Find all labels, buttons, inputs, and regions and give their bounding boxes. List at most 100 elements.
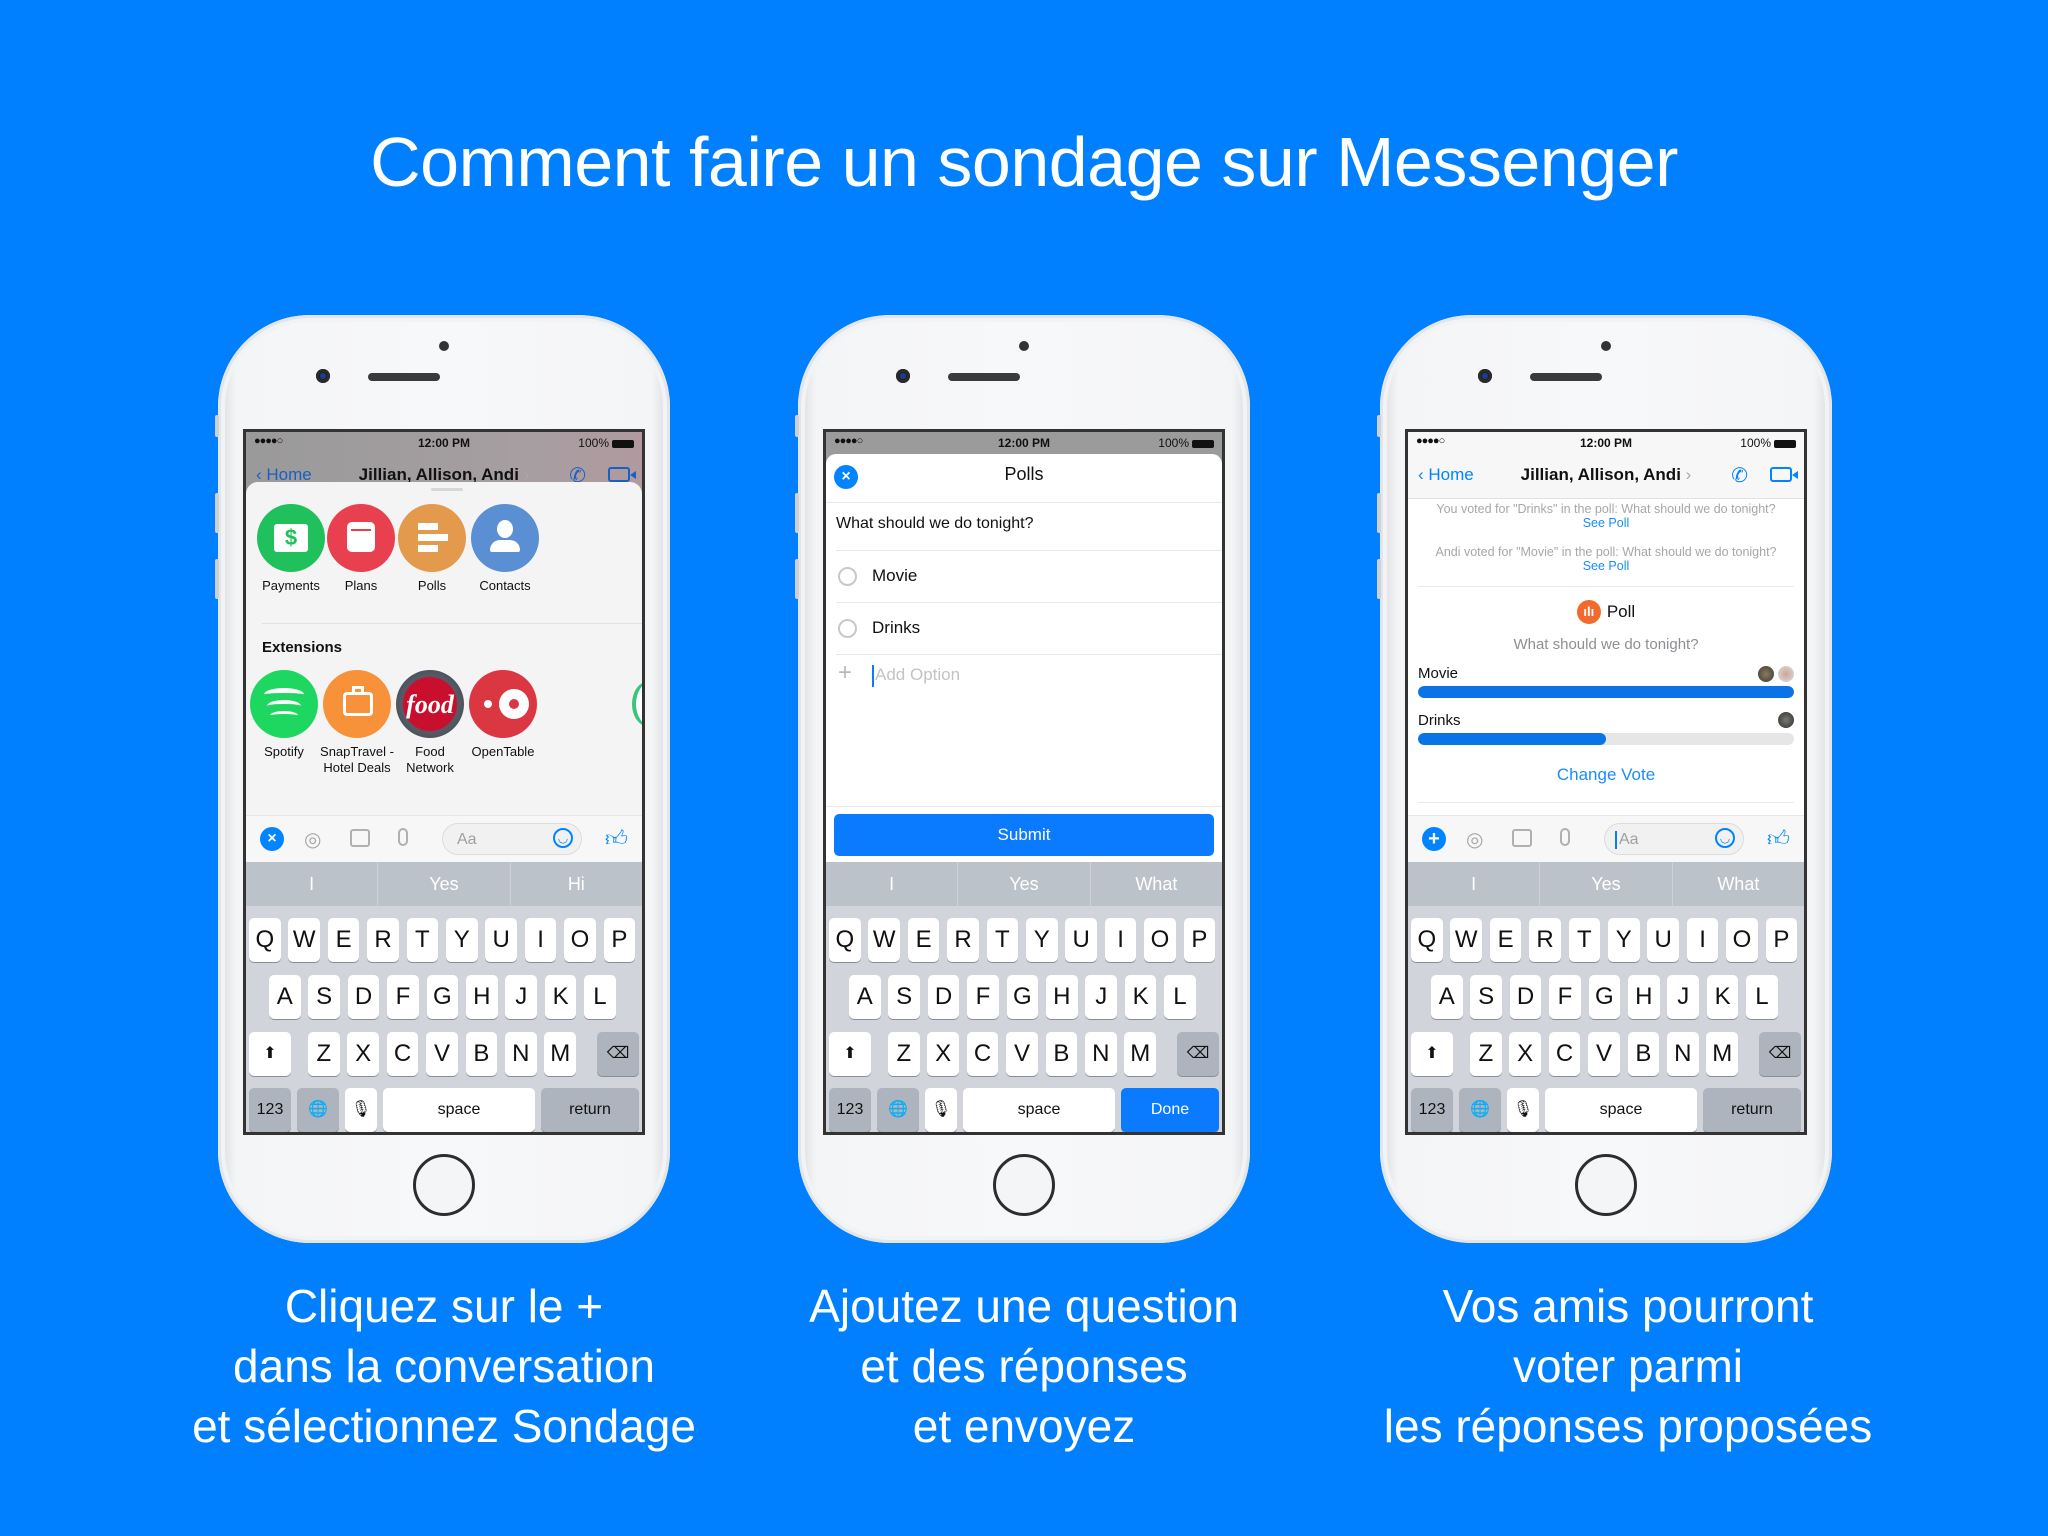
key-a[interactable]: A xyxy=(849,975,881,1019)
numbers-key[interactable]: 123 xyxy=(829,1088,871,1132)
poll-option[interactable]: Drinks xyxy=(872,618,920,638)
home-button[interactable] xyxy=(1575,1154,1637,1216)
key-d[interactable]: D xyxy=(347,975,380,1019)
app-contacts[interactable]: Contacts xyxy=(460,504,550,594)
key-i[interactable]: I xyxy=(1104,918,1137,962)
key-f[interactable]: F xyxy=(967,975,999,1019)
key-t[interactable]: T xyxy=(406,918,439,962)
camera-icon[interactable]: ◎ xyxy=(304,827,321,852)
key-q[interactable]: Q xyxy=(1411,918,1443,962)
phone-call-icon[interactable]: ✆ xyxy=(1731,463,1748,488)
key-d[interactable]: D xyxy=(1509,975,1542,1019)
camera-icon[interactable]: ◎ xyxy=(1466,827,1483,852)
key-k[interactable]: K xyxy=(1124,975,1157,1019)
see-poll-link[interactable]: See Poll xyxy=(1408,516,1804,530)
key-r[interactable]: R xyxy=(367,918,399,962)
thumbs-up-icon[interactable]: 👍︎ xyxy=(1767,825,1790,852)
video-call-icon[interactable] xyxy=(608,467,636,482)
suggestion[interactable]: I xyxy=(1408,862,1541,906)
key-t[interactable]: T xyxy=(1568,918,1601,962)
add-option-input[interactable]: Add Option xyxy=(875,665,960,685)
poll-option[interactable]: Movie xyxy=(872,566,917,586)
key-v[interactable]: V xyxy=(1588,1032,1620,1076)
key-j[interactable]: J xyxy=(1667,975,1699,1019)
emoji-icon[interactable]: ◡ xyxy=(1715,828,1735,848)
key-f[interactable]: F xyxy=(387,975,419,1019)
gallery-icon[interactable] xyxy=(1512,829,1532,847)
key-g[interactable]: G xyxy=(426,975,459,1019)
key-s[interactable]: S xyxy=(888,975,920,1019)
key-l[interactable]: L xyxy=(1164,975,1196,1019)
thumbs-up-icon[interactable]: 👍︎ xyxy=(605,825,628,852)
key-b[interactable]: B xyxy=(1627,1032,1660,1076)
radio-button[interactable] xyxy=(838,619,857,638)
shift-key[interactable]: ⬆ xyxy=(829,1032,871,1076)
key-b[interactable]: B xyxy=(1045,1032,1078,1076)
key-t[interactable]: T xyxy=(986,918,1019,962)
suggestion[interactable]: I xyxy=(826,862,959,906)
space-key[interactable]: space xyxy=(1545,1088,1697,1132)
key-o[interactable]: O xyxy=(1726,918,1758,962)
key-e[interactable]: E xyxy=(1489,918,1522,962)
key-z[interactable]: Z xyxy=(1470,1032,1502,1076)
key-m[interactable]: M xyxy=(544,1032,576,1076)
sheet-grabber[interactable] xyxy=(431,488,463,491)
key-e[interactable]: E xyxy=(327,918,360,962)
key-n[interactable]: N xyxy=(1085,1032,1117,1076)
key-i[interactable]: I xyxy=(1686,918,1719,962)
key-o[interactable]: O xyxy=(1144,918,1176,962)
key-c[interactable]: C xyxy=(966,1032,999,1076)
key-d[interactable]: D xyxy=(927,975,960,1019)
delete-key[interactable]: ⌫ xyxy=(1759,1032,1801,1076)
close-more-button[interactable]: × xyxy=(260,827,284,851)
more-extensions-peek[interactable] xyxy=(632,682,642,726)
key-j[interactable]: J xyxy=(505,975,537,1019)
key-c[interactable]: C xyxy=(386,1032,419,1076)
home-button[interactable] xyxy=(413,1154,475,1216)
radio-button[interactable] xyxy=(838,567,857,586)
space-key[interactable]: space xyxy=(963,1088,1115,1132)
numbers-key[interactable]: 123 xyxy=(1411,1088,1453,1132)
key-a[interactable]: A xyxy=(269,975,301,1019)
shift-key[interactable]: ⬆ xyxy=(249,1032,291,1076)
key-k[interactable]: K xyxy=(1706,975,1739,1019)
key-w[interactable]: W xyxy=(868,918,900,962)
key-n[interactable]: N xyxy=(1667,1032,1699,1076)
emoji-icon[interactable]: ◡ xyxy=(553,828,573,848)
key-s[interactable]: S xyxy=(308,975,340,1019)
globe-key[interactable]: 🌐 xyxy=(297,1088,339,1132)
key-c[interactable]: C xyxy=(1548,1032,1581,1076)
key-s[interactable]: S xyxy=(1470,975,1502,1019)
space-key[interactable]: space xyxy=(383,1088,535,1132)
globe-key[interactable]: 🌐 xyxy=(1459,1088,1501,1132)
dictation-key[interactable]: 🎙 xyxy=(925,1088,957,1132)
poll-question-input[interactable]: What should we do tonight? xyxy=(836,515,1033,533)
key-p[interactable]: P xyxy=(603,918,636,962)
result-option[interactable]: Drinks xyxy=(1418,712,1461,729)
key-a[interactable]: A xyxy=(1431,975,1463,1019)
dictation-key[interactable]: 🎙 xyxy=(1507,1088,1539,1132)
key-q[interactable]: Q xyxy=(829,918,861,962)
change-vote-button[interactable]: Change Vote xyxy=(1408,765,1804,785)
key-g[interactable]: G xyxy=(1588,975,1621,1019)
key-z[interactable]: Z xyxy=(308,1032,340,1076)
key-o[interactable]: O xyxy=(564,918,596,962)
key-x[interactable]: X xyxy=(1509,1032,1541,1076)
key-x[interactable]: X xyxy=(927,1032,959,1076)
suggestion[interactable]: Hi xyxy=(511,862,642,906)
key-z[interactable]: Z xyxy=(888,1032,920,1076)
microphone-icon[interactable] xyxy=(398,828,408,846)
result-option[interactable]: Movie xyxy=(1418,665,1458,682)
key-y[interactable]: Y xyxy=(446,918,478,962)
key-p[interactable]: P xyxy=(1765,918,1798,962)
key-m[interactable]: M xyxy=(1124,1032,1156,1076)
gallery-icon[interactable] xyxy=(350,829,370,847)
delete-key[interactable]: ⌫ xyxy=(597,1032,639,1076)
key-y[interactable]: Y xyxy=(1026,918,1058,962)
key-j[interactable]: J xyxy=(1085,975,1117,1019)
key-u[interactable]: U xyxy=(1065,918,1097,962)
key-y[interactable]: Y xyxy=(1608,918,1640,962)
key-m[interactable]: M xyxy=(1706,1032,1738,1076)
video-call-icon[interactable] xyxy=(1770,467,1798,482)
delete-key[interactable]: ⌫ xyxy=(1177,1032,1219,1076)
